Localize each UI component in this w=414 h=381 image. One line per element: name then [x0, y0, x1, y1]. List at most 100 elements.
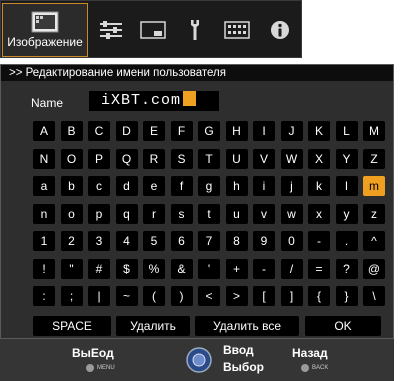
- key-4-12[interactable]: ^: [363, 231, 385, 251]
- key-5-5[interactable]: &: [170, 258, 193, 279]
- key-4-8[interactable]: 9: [253, 231, 275, 251]
- key-0-1[interactable]: B: [60, 121, 83, 141]
- key-5-3[interactable]: $: [115, 258, 138, 279]
- key-1-8[interactable]: V: [253, 148, 275, 169]
- key-3-1[interactable]: o: [60, 203, 83, 224]
- key-3-6[interactable]: t: [198, 203, 220, 224]
- key-2-7[interactable]: h: [225, 176, 248, 196]
- key-2-8[interactable]: i: [253, 176, 275, 196]
- key-4-0[interactable]: 1: [33, 231, 55, 251]
- key-1-4[interactable]: R: [143, 148, 165, 169]
- tab-sound[interactable]: [93, 1, 129, 59]
- key-4-10[interactable]: -: [308, 231, 330, 251]
- key-3-11[interactable]: y: [335, 203, 358, 224]
- key-5-7[interactable]: +: [225, 258, 248, 279]
- key-5-11[interactable]: ?: [335, 258, 358, 279]
- key-2-3[interactable]: d: [115, 176, 138, 196]
- ok-key[interactable]: OK: [305, 316, 381, 336]
- key-4-11[interactable]: .: [335, 231, 358, 251]
- key-5-9[interactable]: /: [280, 258, 303, 279]
- key-3-8[interactable]: v: [253, 203, 275, 224]
- tab-setup[interactable]: [219, 1, 255, 59]
- key-6-7[interactable]: >: [225, 286, 248, 306]
- key-6-6[interactable]: <: [198, 286, 220, 306]
- name-input[interactable]: iXBT.com: [89, 91, 219, 111]
- key-2-11[interactable]: l: [335, 176, 358, 196]
- key-2-4[interactable]: e: [143, 176, 165, 196]
- key-5-8[interactable]: -: [253, 258, 275, 279]
- key-4-7[interactable]: 8: [225, 231, 248, 251]
- key-4-6[interactable]: 7: [198, 231, 220, 251]
- key-5-12[interactable]: @: [363, 258, 385, 279]
- key-1-11[interactable]: Y: [335, 148, 358, 169]
- key-0-8[interactable]: I: [253, 121, 275, 141]
- key-3-3[interactable]: q: [115, 203, 138, 224]
- key-1-0[interactable]: N: [33, 148, 55, 169]
- key-5-0[interactable]: !: [33, 258, 55, 279]
- key-0-9[interactable]: J: [280, 121, 303, 141]
- key-1-3[interactable]: Q: [115, 148, 138, 169]
- key-1-7[interactable]: U: [225, 148, 248, 169]
- key-6-4[interactable]: (: [143, 286, 165, 306]
- key-2-6[interactable]: g: [198, 176, 220, 196]
- key-3-7[interactable]: u: [225, 203, 248, 224]
- key-3-2[interactable]: p: [88, 203, 110, 224]
- key-6-8[interactable]: [: [253, 286, 275, 306]
- key-1-6[interactable]: T: [198, 148, 220, 169]
- key-6-2[interactable]: |: [88, 286, 110, 306]
- key-6-11[interactable]: }: [335, 286, 358, 306]
- delete-all-key[interactable]: Удалить все: [195, 316, 299, 336]
- key-3-5[interactable]: s: [170, 203, 193, 224]
- key-0-5[interactable]: F: [170, 121, 193, 141]
- key-5-1[interactable]: ": [60, 258, 83, 279]
- key-1-2[interactable]: P: [88, 148, 110, 169]
- key-5-10[interactable]: =: [308, 258, 330, 279]
- key-4-4[interactable]: 5: [143, 231, 165, 251]
- tab-settings[interactable]: [179, 1, 211, 59]
- key-0-7[interactable]: H: [225, 121, 248, 141]
- key-0-0[interactable]: A: [33, 121, 55, 141]
- key-6-9[interactable]: ]: [280, 286, 303, 306]
- key-3-9[interactable]: w: [280, 203, 303, 224]
- key-0-4[interactable]: E: [143, 121, 165, 141]
- key-6-1[interactable]: ;: [60, 286, 83, 306]
- key-3-12[interactable]: z: [363, 203, 385, 224]
- key-0-3[interactable]: D: [115, 121, 138, 141]
- key-6-5[interactable]: ): [170, 286, 193, 306]
- tab-screen[interactable]: [135, 1, 171, 59]
- key-5-4[interactable]: %: [143, 258, 165, 279]
- key-0-2[interactable]: C: [88, 121, 110, 141]
- key-0-12[interactable]: M: [363, 121, 385, 141]
- key-5-2[interactable]: #: [88, 258, 110, 279]
- tab-info[interactable]: [263, 1, 297, 59]
- key-2-2[interactable]: c: [88, 176, 110, 196]
- key-4-5[interactable]: 6: [170, 231, 193, 251]
- key-6-12[interactable]: \: [363, 286, 385, 306]
- key-2-10[interactable]: k: [308, 176, 330, 196]
- key-0-6[interactable]: G: [198, 121, 220, 141]
- key-1-10[interactable]: X: [308, 148, 330, 169]
- key-3-10[interactable]: x: [308, 203, 330, 224]
- key-0-11[interactable]: L: [335, 121, 358, 141]
- key-1-9[interactable]: W: [280, 148, 303, 169]
- key-1-1[interactable]: O: [60, 148, 83, 169]
- key-3-0[interactable]: n: [33, 203, 55, 224]
- key-4-2[interactable]: 3: [88, 231, 110, 251]
- key-1-5[interactable]: S: [170, 148, 193, 169]
- tab-image[interactable]: Изображение: [2, 3, 88, 57]
- key-6-10[interactable]: {: [308, 286, 330, 306]
- key-3-4[interactable]: r: [143, 203, 165, 224]
- key-2-9[interactable]: j: [280, 176, 303, 196]
- space-key[interactable]: SPACE: [33, 316, 111, 336]
- key-2-0[interactable]: a: [33, 176, 55, 196]
- key-5-6[interactable]: ': [198, 258, 220, 279]
- key-2-5[interactable]: f: [170, 176, 193, 196]
- key-4-9[interactable]: 0: [280, 231, 303, 251]
- key-4-1[interactable]: 2: [60, 231, 83, 251]
- key-2-1[interactable]: b: [60, 176, 83, 196]
- key-0-10[interactable]: K: [308, 121, 330, 141]
- key-4-3[interactable]: 4: [115, 231, 138, 251]
- key-1-12[interactable]: Z: [363, 148, 385, 169]
- key-2-12[interactable]: m: [363, 176, 385, 196]
- key-6-3[interactable]: ~: [115, 286, 138, 306]
